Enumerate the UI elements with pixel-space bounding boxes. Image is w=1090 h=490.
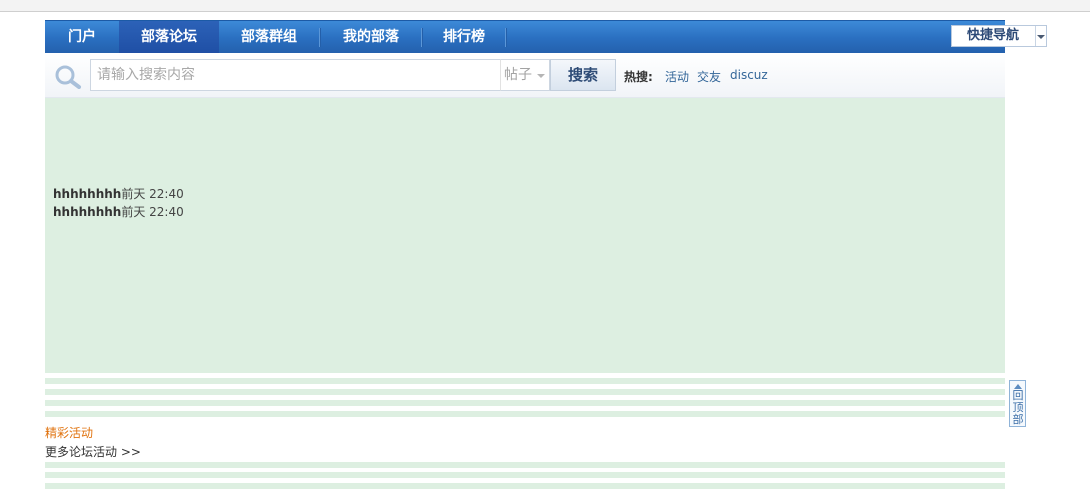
list-item[interactable]: hhhhhhhh前天 22:40 xyxy=(53,203,184,220)
divider-stripe xyxy=(45,411,1005,417)
nav-item-my-tribe[interactable]: 我的部落 xyxy=(321,21,421,53)
chevron-down-icon xyxy=(1037,35,1045,39)
nav-item-portal[interactable]: 门户 xyxy=(45,21,119,53)
divider-stripe xyxy=(45,483,1005,489)
search-type-select[interactable]: 帖子 xyxy=(500,59,550,91)
back-to-top-button[interactable]: 回顶部 xyxy=(1009,380,1026,427)
hot-search-link[interactable]: 活动 xyxy=(665,68,689,85)
post-username[interactable]: hhhhhhhh xyxy=(53,205,121,219)
post-username[interactable]: hhhhhhhh xyxy=(53,187,121,201)
nav-item-groups[interactable]: 部落群组 xyxy=(219,21,319,53)
chevron-down-icon xyxy=(537,74,545,78)
main-nav: 门户 部落论坛 部落群组 我的部落 排行榜 快捷导航 xyxy=(45,20,1047,53)
quick-nav-button[interactable]: 快捷导航 xyxy=(951,25,1047,47)
back-to-top-label: 回顶部 xyxy=(1012,389,1024,426)
divider-stripe xyxy=(45,378,1005,384)
divider-stripe xyxy=(45,472,1005,478)
quick-nav-divider xyxy=(1035,26,1036,46)
content-area: hhhhhhhh前天 22:40 hhhhhhhh前天 22:40 xyxy=(45,98,1005,373)
activity-section-title: 精彩活动 xyxy=(45,426,94,440)
browser-top-border xyxy=(0,0,1090,12)
search-type-label: 帖子 xyxy=(504,67,532,83)
nav-item-ranking[interactable]: 排行榜 xyxy=(423,21,505,53)
quick-nav-label: 快捷导航 xyxy=(966,28,1019,43)
divider-stripe xyxy=(45,389,1005,395)
hot-search-label: 热搜: xyxy=(624,70,653,84)
more-activity-link[interactable]: 更多论坛活动 >> xyxy=(45,443,141,460)
hot-search-link[interactable]: 交友 xyxy=(697,68,721,85)
post-time: 前天 22:40 xyxy=(121,187,184,201)
nav-divider xyxy=(505,28,507,47)
divider-stripe xyxy=(45,400,1005,406)
post-time: 前天 22:40 xyxy=(121,205,184,219)
hot-search-link[interactable]: discuz xyxy=(730,68,768,82)
search-icon xyxy=(55,65,81,89)
list-item[interactable]: hhhhhhhh前天 22:40 xyxy=(53,185,184,202)
search-button[interactable]: 搜索 xyxy=(550,59,616,91)
search-bar: 帖子 搜索 热搜: 活动 交友 discuz xyxy=(45,53,1005,98)
search-input[interactable] xyxy=(90,59,500,91)
divider-stripe xyxy=(45,462,1005,468)
nav-item-forum[interactable]: 部落论坛 xyxy=(119,21,219,53)
